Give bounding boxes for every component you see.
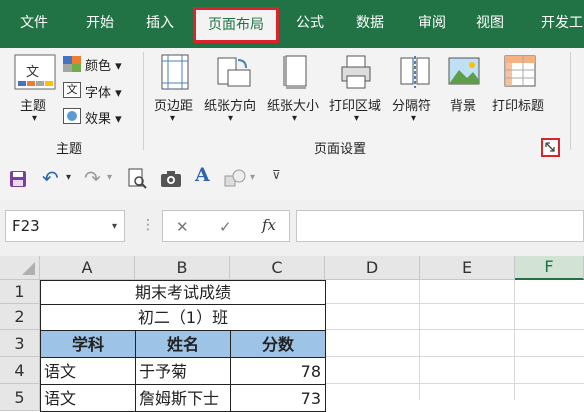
margins-icon[interactable] [160, 54, 190, 90]
gridline [325, 356, 584, 357]
breaks-icon[interactable] [398, 54, 432, 90]
fonts-label: 字体 [85, 86, 112, 101]
row-header-5[interactable]: 5 [0, 384, 40, 411]
orientation-icon[interactable] [216, 54, 252, 90]
fonts-button[interactable]: 字体 ▾ [85, 82, 122, 101]
undo-dropdown-icon[interactable]: ▾ [66, 172, 71, 183]
column-header-c[interactable]: C [230, 256, 325, 280]
column-header-a[interactable]: A [40, 256, 135, 280]
paper-size-button[interactable]: 纸张大小 [267, 95, 319, 114]
effects-icon[interactable] [63, 108, 81, 124]
print-preview-icon[interactable] [128, 168, 148, 190]
tab-insert[interactable]: 插入 [138, 10, 182, 36]
redo-icon[interactable]: ↷ [84, 166, 101, 190]
spelling-icon[interactable]: A [195, 164, 210, 186]
orientation-button[interactable]: 纸张方向 [204, 95, 256, 114]
svg-text:文: 文 [26, 65, 39, 80]
shapes-dropdown-icon[interactable]: ▾ [250, 172, 255, 183]
paper-size-icon[interactable] [282, 54, 312, 90]
chevron-down-icon: ▾ [228, 113, 234, 124]
chevron-down-icon: ▾ [292, 113, 298, 124]
camera-icon[interactable] [160, 170, 182, 188]
vertical-dots-icon: ⋮ [141, 217, 155, 233]
background-button[interactable]: 背景 [450, 95, 476, 114]
themes-button-label[interactable]: 主题 [20, 95, 46, 114]
select-all-corner[interactable] [0, 256, 40, 280]
redo-dropdown-icon[interactable]: ▾ [107, 172, 112, 183]
header-cell-name[interactable]: 姓名 [135, 330, 231, 358]
tab-view[interactable]: 视图 [468, 10, 512, 36]
gridline [325, 303, 584, 304]
effects-label: 效果 [85, 112, 112, 127]
cancel-icon[interactable]: ✕ [176, 218, 189, 236]
tab-data[interactable]: 数据 [348, 10, 392, 36]
enter-icon[interactable]: ✓ [219, 218, 232, 236]
colors-icon[interactable] [63, 56, 81, 72]
save-icon[interactable] [9, 170, 27, 188]
tab-home[interactable]: 开始 [78, 10, 122, 36]
name-box[interactable]: F23 [5, 210, 125, 242]
tab-developer[interactable]: 开发工 [532, 10, 584, 36]
sheet-subtitle-cell[interactable]: 初二（1）班 [40, 304, 326, 331]
column-header-b[interactable]: B [135, 256, 230, 280]
header-cell-subject[interactable]: 学科 [40, 330, 136, 358]
row-header-3[interactable]: 3 [0, 330, 40, 357]
print-area-button[interactable]: 打印区域 [329, 95, 381, 114]
chevron-down-icon: ▾ [32, 113, 38, 124]
customize-qat-icon[interactable]: ⊽ [272, 168, 281, 182]
table-cell[interactable]: 语文 [40, 357, 136, 385]
row-header-2[interactable]: 2 [0, 304, 40, 330]
tab-page-layout[interactable]: 页面布局 [193, 7, 279, 43]
theme-group-title: 主题 [56, 142, 83, 157]
print-area-icon[interactable] [339, 54, 375, 90]
gridline [419, 280, 420, 400]
name-box-dropdown-icon[interactable]: ▾ [112, 221, 117, 232]
chevron-down-icon: ▾ [411, 113, 417, 124]
margins-button[interactable]: 页边距 [154, 95, 193, 114]
fonts-icon[interactable]: 文 [63, 82, 81, 98]
effects-button[interactable]: 效果 ▾ [85, 108, 122, 127]
chevron-down-icon: ▾ [170, 113, 176, 124]
formula-input[interactable] [296, 210, 584, 242]
breaks-button[interactable]: 分隔符 [392, 95, 431, 114]
insert-function-icon[interactable]: fx [262, 216, 276, 234]
print-titles-icon[interactable] [503, 54, 537, 90]
table-cell[interactable]: 于予菊 [135, 357, 231, 385]
column-header-e[interactable]: E [420, 256, 515, 280]
table-cell[interactable]: 语文 [40, 384, 136, 412]
tab-formulas[interactable]: 公式 [288, 10, 332, 36]
tab-file[interactable]: 文件 [12, 10, 56, 36]
sheet-title-cell[interactable]: 期末考试成绩 [40, 280, 326, 305]
gridline [325, 329, 584, 330]
header-cell-score[interactable]: 分数 [230, 330, 326, 358]
column-header-f[interactable]: F [515, 256, 584, 280]
print-titles-button[interactable]: 打印标题 [492, 95, 544, 114]
page-setup-group-title: 页面设置 [314, 142, 367, 157]
background-icon[interactable] [447, 54, 481, 90]
row-header-4[interactable]: 4 [0, 357, 40, 384]
group-divider [143, 52, 144, 150]
chevron-down-icon: ▾ [354, 113, 360, 124]
colors-label: 颜色 [85, 59, 112, 74]
tab-review[interactable]: 审阅 [410, 10, 454, 36]
colors-button[interactable]: 颜色 ▾ [85, 55, 122, 74]
column-header-d[interactable]: D [325, 256, 420, 280]
undo-icon[interactable]: ↶ [42, 166, 59, 190]
gridline [514, 280, 515, 400]
row-header-1[interactable]: 1 [0, 280, 40, 304]
themes-icon[interactable]: 文 [14, 54, 56, 90]
table-cell[interactable]: 73 [230, 384, 326, 412]
page-setup-dialog-launcher[interactable] [541, 138, 560, 157]
ribbon-tab-bar: 文件 开始 插入 页面布局 公式 数据 审阅 视图 开发工 [0, 0, 584, 48]
gridline [325, 383, 584, 384]
shapes-icon[interactable] [224, 168, 248, 188]
table-cell[interactable]: 詹姆斯下士 [135, 384, 231, 412]
group-divider [570, 52, 571, 150]
table-cell[interactable]: 78 [230, 357, 326, 385]
